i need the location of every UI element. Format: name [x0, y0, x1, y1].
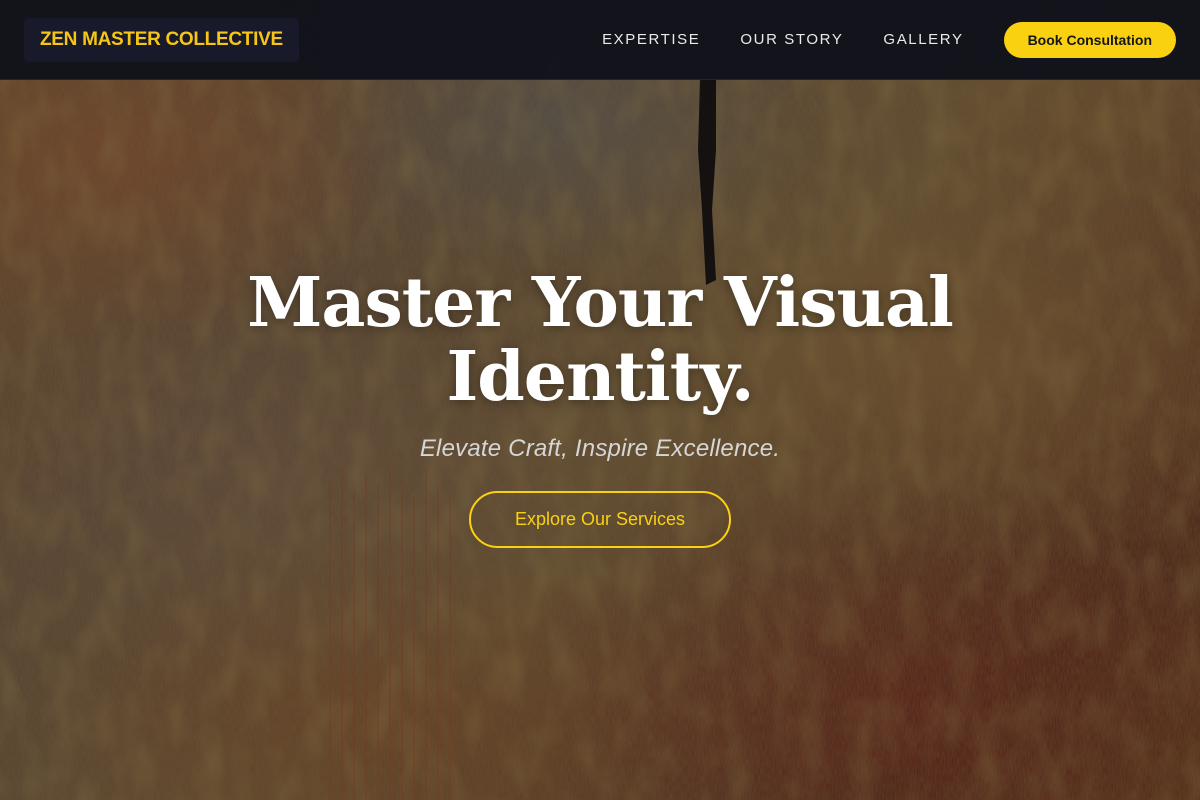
hero-title-line-1: Master Your Visual — [247, 263, 954, 343]
hero-section: Master Your Visual Identity. Elevate Cra… — [0, 0, 1200, 800]
book-consultation-button[interactable]: Book Consultation — [1003, 21, 1176, 58]
brand-logo[interactable]: ZEN MASTER COLLECTIVE — [24, 17, 299, 62]
nav-link-gallery[interactable]: GALLERY — [883, 31, 963, 48]
explore-services-button[interactable]: Explore Our Services — [469, 491, 731, 548]
nav-links: EXPERTISE OUR STORY GALLERY Book Consult… — [562, 21, 1176, 58]
nav-link-our-story[interactable]: OUR STORY — [740, 31, 843, 48]
nav-link-expertise[interactable]: EXPERTISE — [602, 31, 700, 48]
hero-title-line-2: Identity. — [446, 337, 754, 417]
top-navigation-bar: ZEN MASTER COLLECTIVE EXPERTISE OUR STOR… — [0, 0, 1200, 80]
hero-title: Master Your Visual Identity. — [100, 266, 1100, 414]
hero-subtitle: Elevate Craft, Inspire Excellence. — [419, 435, 781, 462]
